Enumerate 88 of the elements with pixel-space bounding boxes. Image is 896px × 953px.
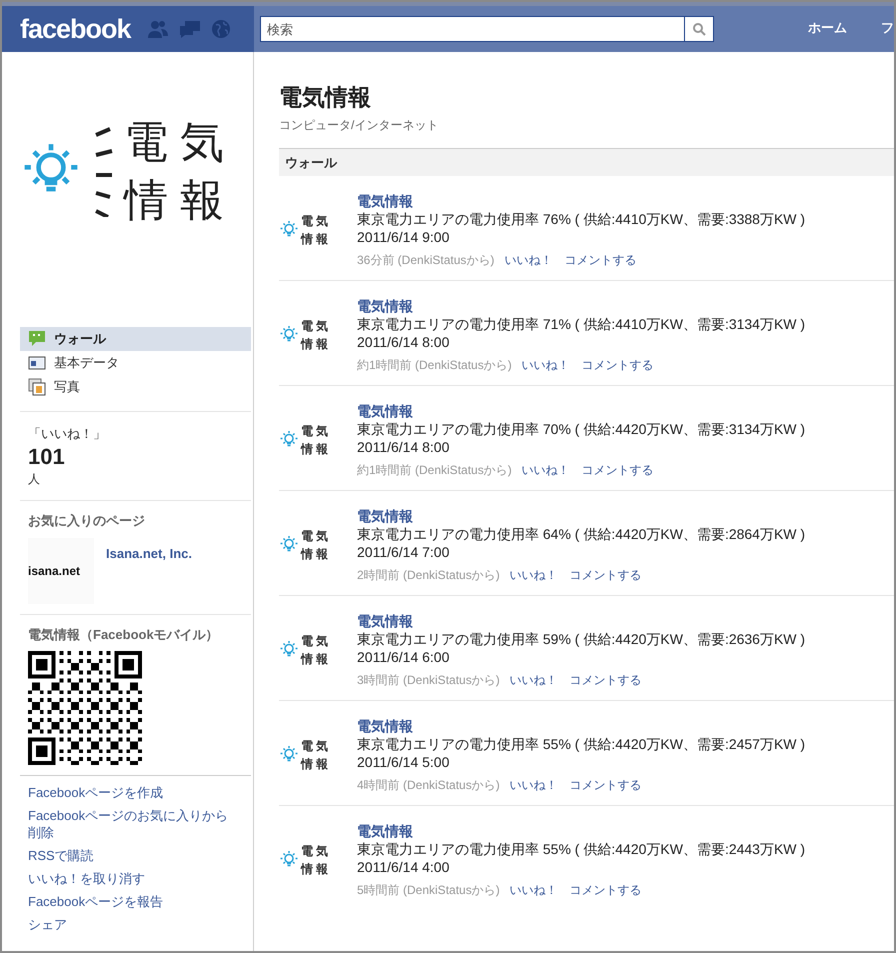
post-date: 2011/6/14 8:00 [357, 438, 450, 456]
rays-icon [92, 127, 114, 217]
like-link[interactable]: いいね！ [522, 462, 570, 478]
post-text: 東京電力エリアの電力使用率 71% ( 供給:4410万KW、需要:3134万KW ) [357, 315, 806, 333]
logo-text: 電気 [301, 633, 331, 649]
post-time: 5時間前 (DenkiStatusから) [357, 882, 500, 898]
search-field[interactable]: 検索 [260, 16, 684, 42]
sidebar-link[interactable]: RSSで購読 [28, 846, 241, 864]
comment-link[interactable]: コメントする [582, 462, 654, 478]
id-card-icon [28, 355, 46, 371]
post-text: 東京電力エリアの電力使用率 55% ( 供給:4420万KW、需要:2457万KW ) [357, 735, 806, 753]
post-time: 2時間前 (DenkiStatusから) [357, 567, 500, 583]
post-date: 2011/6/14 5:00 [357, 753, 450, 771]
sidebar-nav-item[interactable]: ウォール [20, 327, 251, 351]
page-category: コンピュータ/インターネット [279, 117, 440, 134]
page-link[interactable]: Isana.net, Inc. [106, 544, 192, 604]
post-text: 東京電力エリアの電力使用率 64% ( 供給:4420万KW、需要:2864万KW ) [357, 525, 806, 543]
sidebar-nav-item[interactable]: 基本データ [20, 351, 251, 375]
post-date: 2011/6/14 6:00 [357, 648, 450, 666]
globe-icon[interactable] [210, 19, 231, 39]
logo-text: 情報 [124, 176, 236, 226]
post-time: 約1時間前 (DenkiStatusから) [357, 462, 512, 478]
logo-text: 情報 [301, 231, 331, 247]
post-text: 東京電力エリアの電力使用率 59% ( 供給:4420万KW、需要:2636万KW ) [357, 630, 806, 648]
like-link[interactable]: いいね！ [522, 357, 570, 373]
logo-text: isana.net [28, 563, 80, 580]
logo-text: 電気 [301, 213, 331, 229]
post-date: 2011/6/14 7:00 [357, 543, 450, 561]
author-link[interactable]: 電気情報 [357, 717, 806, 735]
logo-text: 電気 [301, 528, 331, 544]
logo-text: 情報 [301, 336, 331, 352]
section-heading: お気に入りのページ [28, 512, 146, 530]
logo-text: 情報 [301, 756, 331, 772]
author-link[interactable]: 電気情報 [357, 297, 806, 315]
search-button[interactable] [684, 16, 714, 42]
sidebar-link[interactable]: Facebookページを報告 [28, 892, 241, 910]
logo-text: 電気 [301, 738, 331, 754]
nav-link[interactable]: ホーム [808, 19, 847, 39]
likes-unit: 人 [28, 470, 41, 488]
sidebar-link[interactable]: Facebookページのお気に入りから削除 [28, 806, 241, 840]
author-link[interactable]: 電気情報 [357, 402, 806, 420]
post-time: 36分前 (DenkiStatusから) [357, 252, 494, 268]
like-link[interactable]: いいね！ [504, 252, 552, 268]
logo-text: 電気 [124, 118, 236, 168]
comment-link[interactable]: コメントする [570, 567, 642, 583]
likes-label: 「いいね！」 [28, 425, 107, 443]
logo-text: 情報 [301, 651, 331, 667]
post-date: 2011/6/14 8:00 [357, 333, 450, 351]
logo-text: 情報 [301, 546, 331, 562]
like-link[interactable]: いいね！ [510, 672, 558, 688]
post-date: 2011/6/14 9:00 [357, 228, 450, 246]
like-link[interactable]: いいね！ [510, 777, 558, 793]
author-link[interactable]: 電気情報 [357, 192, 806, 210]
comment-link[interactable]: コメントする [582, 357, 654, 373]
sidebar-link[interactable]: Facebookページを作成 [28, 784, 241, 800]
logo-text: 電気 [301, 843, 331, 859]
section-heading: 電気情報（Facebookモバイル） [28, 626, 220, 644]
sidebar-link[interactable]: いいね！を取り消す [28, 870, 241, 886]
photos-icon [28, 378, 46, 396]
likes-count: 101 [28, 444, 66, 470]
post-text: 東京電力エリアの電力使用率 76% ( 供給:4410万KW、需要:3388万KW ) [357, 210, 806, 228]
sidebar-nav-item[interactable]: 写真 [20, 375, 251, 399]
post-text: 東京電力エリアの電力使用率 55% ( 供給:4420万KW、需要:2443万KW ) [357, 840, 806, 858]
page-title: 電気情報 [279, 83, 372, 112]
author-link[interactable]: 電気情報 [357, 507, 806, 525]
section-header: ウォール [279, 148, 894, 176]
author-link[interactable]: 電気情報 [357, 822, 806, 840]
logo-text: 情報 [301, 441, 331, 457]
comment-link[interactable]: コメントする [570, 882, 642, 898]
friends-icon[interactable] [146, 19, 169, 39]
post-time: 4時間前 (DenkiStatusから) [357, 777, 500, 793]
like-link[interactable]: いいね！ [510, 882, 558, 898]
logo-text: 電気 [301, 318, 331, 334]
logo-text: 電気 [301, 423, 331, 439]
nav-link[interactable]: フ [881, 19, 894, 39]
comment-link[interactable]: コメントする [570, 672, 642, 688]
comment-link[interactable]: コメントする [564, 252, 636, 268]
author-link[interactable]: 電気情報 [357, 612, 806, 630]
logo-text: 情報 [301, 861, 331, 877]
post-text: 東京電力エリアの電力使用率 70% ( 供給:4420万KW、需要:3134万KW ) [357, 420, 806, 438]
post-date: 2011/6/14 4:00 [357, 858, 450, 876]
post-time: 約1時間前 (DenkiStatusから) [357, 357, 512, 373]
messages-icon[interactable] [178, 19, 201, 39]
sidebar-link[interactable]: シェア [28, 916, 241, 932]
like-link[interactable]: いいね！ [510, 567, 558, 583]
post-time: 3時間前 (DenkiStatusから) [357, 672, 500, 688]
speech-bubble-icon [28, 330, 46, 348]
comment-link[interactable]: コメントする [570, 777, 642, 793]
